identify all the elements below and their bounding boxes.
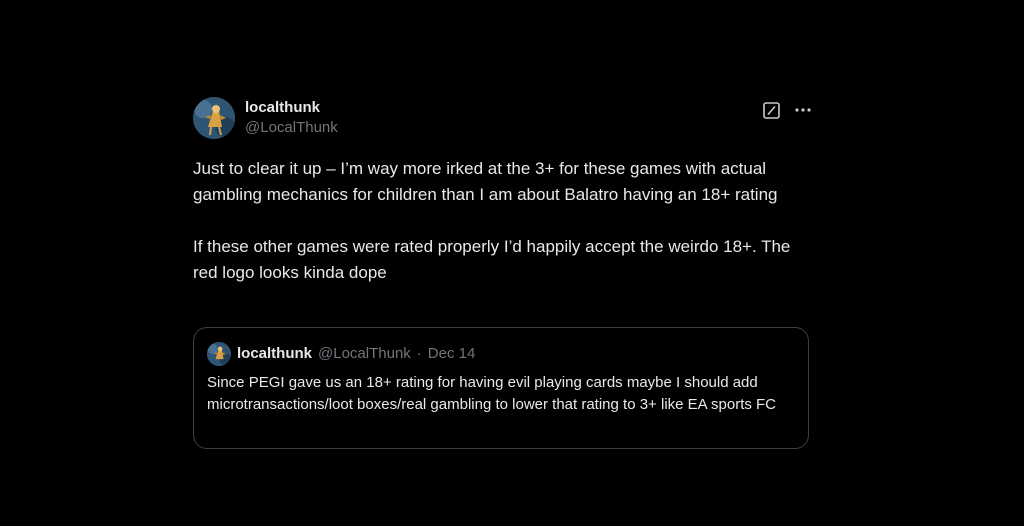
tweet-actions xyxy=(761,100,813,120)
quoted-tweet[interactable]: localthunk @LocalThunk · Dec 14 Since PE… xyxy=(193,327,809,449)
quoted-tweet-text: Since PEGI gave us an 18+ rating for hav… xyxy=(207,374,777,413)
avatar[interactable] xyxy=(193,97,235,139)
separator-dot: · xyxy=(416,345,422,362)
tweet-paragraph: If these other games were rated properly… xyxy=(193,237,791,282)
quoted-avatar[interactable] xyxy=(207,342,231,366)
user-handle[interactable]: @LocalThunk xyxy=(245,119,338,137)
display-name[interactable]: localthunk xyxy=(245,99,338,117)
quoted-tweet-header: localthunk @LocalThunk · Dec 14 xyxy=(207,342,475,366)
tweet-paragraph: Just to clear it up – I’m way more irked… xyxy=(193,159,778,204)
more-options-icon[interactable] xyxy=(793,100,813,120)
grok-icon[interactable] xyxy=(761,100,781,120)
quoted-date[interactable]: Dec 14 xyxy=(428,345,476,363)
quoted-display-name[interactable]: localthunk xyxy=(237,345,312,363)
tweet-text: Just to clear it up – I’m way more irked… xyxy=(193,156,808,286)
quoted-handle[interactable]: @LocalThunk xyxy=(318,345,411,363)
author-block: localthunk @LocalThunk xyxy=(245,99,338,137)
